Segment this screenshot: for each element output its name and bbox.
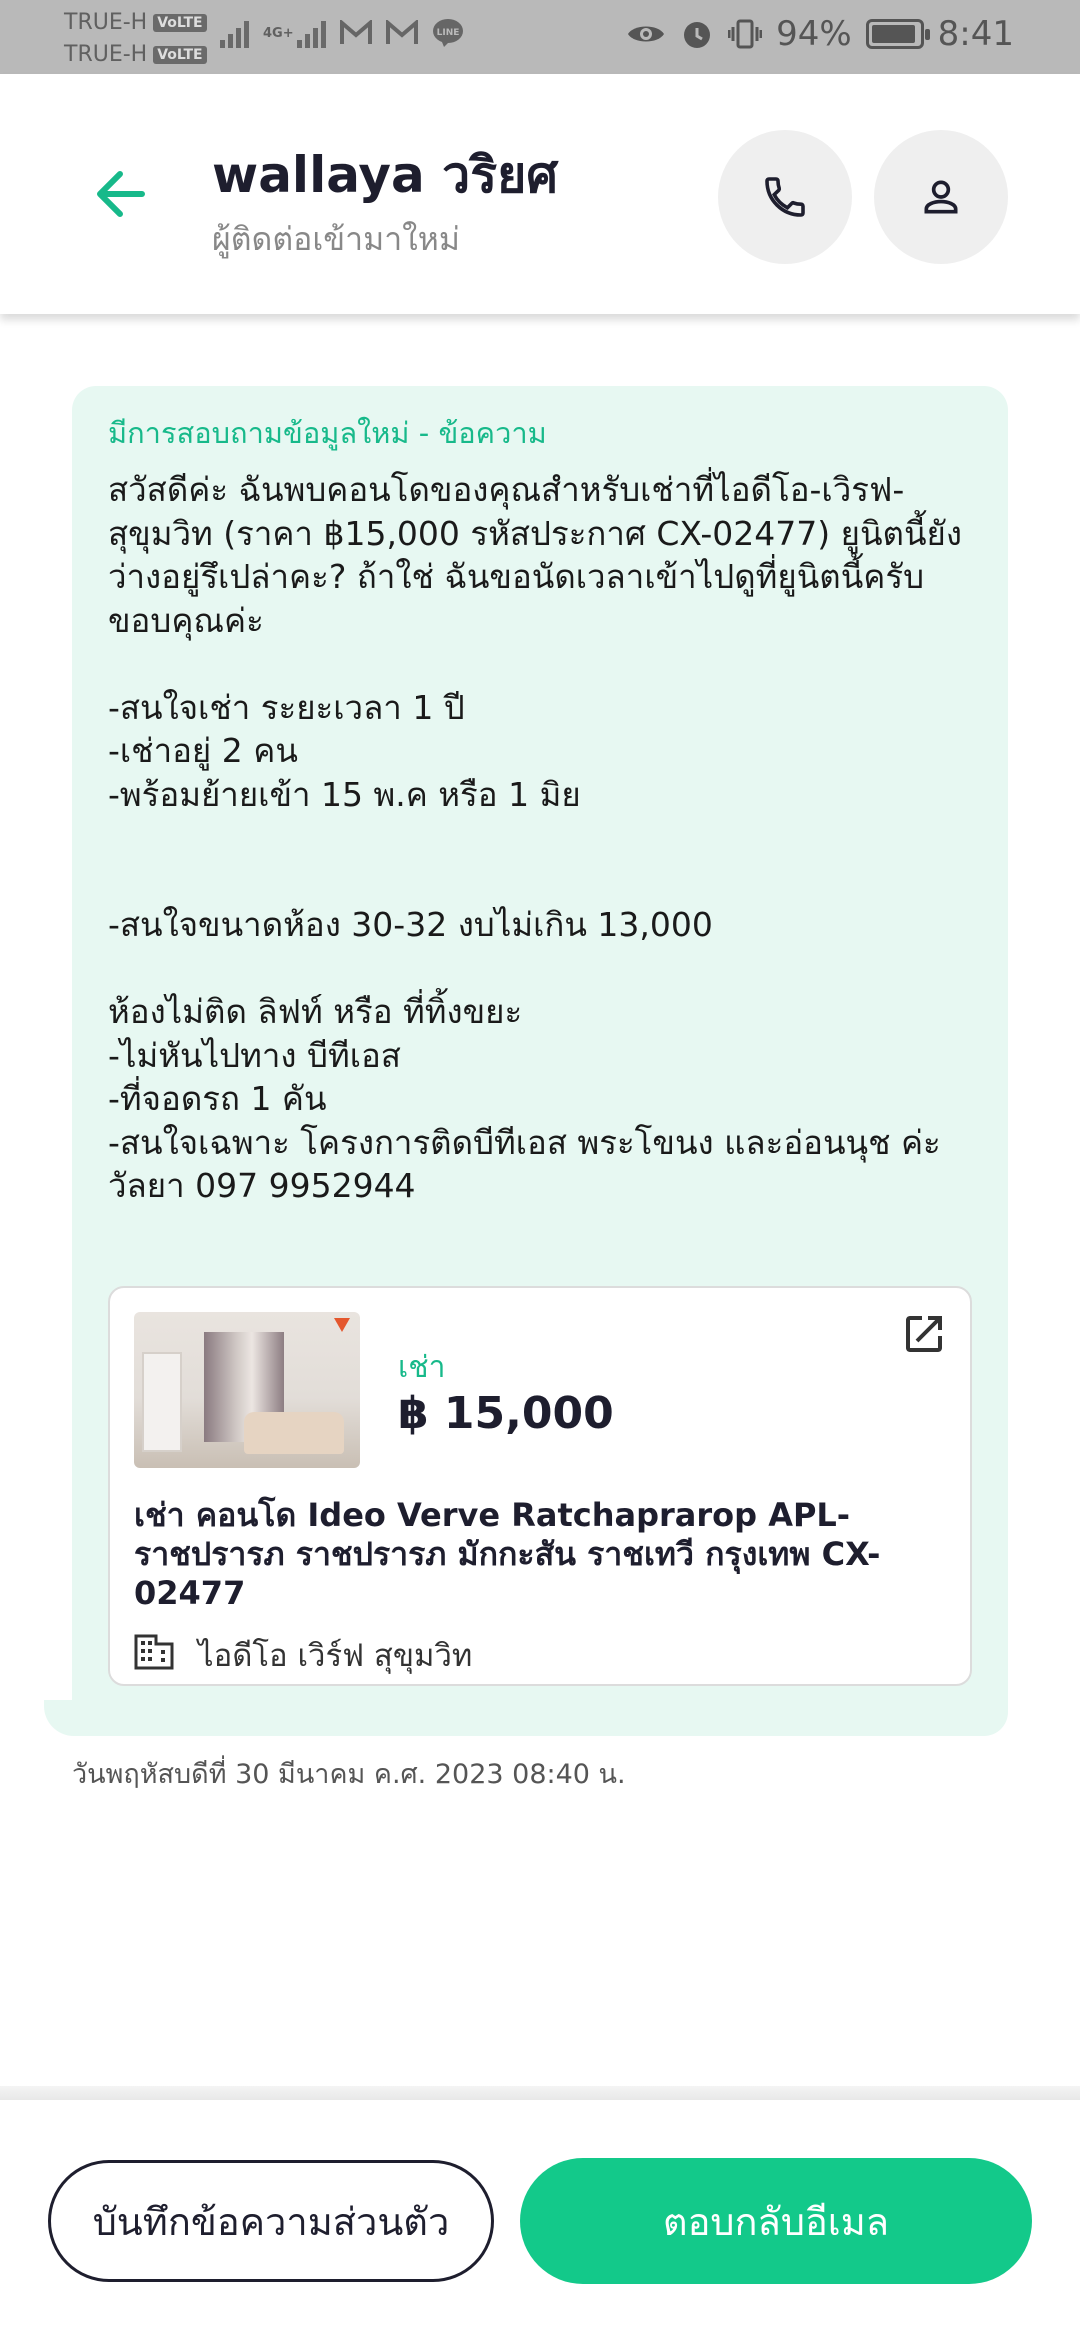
building-icon	[134, 1634, 174, 1670]
status-icons-left: 4G+ LINE	[220, 18, 464, 48]
battery-icon	[865, 19, 930, 49]
person-icon	[924, 180, 958, 214]
message-timestamp: วันพฤหัสบดีที่ 30 มีนาคม ค.ศ. 2023 08:40…	[72, 1759, 626, 1790]
listing-title: เช่า คอนโด Ideo Verve Ratchaprarop APL-ร…	[134, 1496, 881, 1612]
status-icons-right: 94% 8:41	[626, 14, 1014, 54]
carrier-label-1: TRUE-H VoLTE	[64, 10, 207, 35]
mail-icon	[339, 20, 372, 44]
message-body: สวัสดีค่ะ ฉันพบคอนโดของคุณสำหรับเช่าที่ไ…	[108, 470, 962, 1205]
line-app-icon: LINE	[432, 19, 463, 47]
project-name: ไอดีโอ เวิร์ฟ สุขุมวิท	[198, 1638, 473, 1674]
back-arrow-icon[interactable]	[92, 166, 148, 222]
bottom-divider	[0, 2086, 1080, 2100]
conversation-header: wallaya วริยศ ผู้ติดต่อเข้ามาใหม่	[0, 74, 1080, 314]
mail-icon	[385, 20, 418, 44]
listing-price: ฿ 15,000	[398, 1388, 614, 1439]
open-external-icon[interactable]	[900, 1310, 948, 1358]
contact-profile-button[interactable]	[874, 130, 1008, 264]
listing-photo	[134, 1312, 360, 1468]
listing-type: เช่า	[398, 1350, 446, 1385]
call-button[interactable]	[718, 130, 852, 264]
agency-logo	[334, 1318, 350, 1332]
listing-card[interactable]: เช่า ฿ 15,000 เช่า คอนโด Ideo Verve Ratc…	[108, 1286, 972, 1686]
message-type-label: มีการสอบถามข้อมูลใหม่ - ข้อความ	[108, 416, 547, 450]
reply-email-button[interactable]: ตอบกลับอีเมล	[520, 2158, 1032, 2284]
contact-name: wallaya วริยศ	[212, 146, 559, 204]
save-private-note-button[interactable]: บันทึกข้อความส่วนตัว	[48, 2160, 494, 2282]
volte-badge: VoLTE	[153, 45, 207, 64]
alarm-icon	[684, 22, 711, 48]
carrier-label-2: TRUE-H VoLTE	[64, 42, 207, 67]
signal-icon: 4G+	[263, 18, 326, 48]
svg-text:LINE: LINE	[436, 28, 459, 38]
clock: 8:41	[937, 14, 1014, 54]
inquiry-message-bubble: มีการสอบถามข้อมูลใหม่ - ข้อความ สวัสดีค่…	[72, 386, 1008, 1736]
volte-badge: VoLTE	[153, 13, 207, 32]
phone-icon	[765, 177, 805, 217]
contact-status: ผู้ติดต่อเข้ามาใหม่	[212, 220, 460, 258]
signal-icon	[220, 18, 249, 48]
eye-icon	[628, 26, 665, 42]
vibrate-icon	[728, 19, 763, 49]
battery-percent: 94%	[776, 14, 852, 54]
status-bar: TRUE-H VoLTE TRUE-H VoLTE 4G+ LINE 94% 8…	[0, 0, 1080, 74]
battery-fill	[871, 25, 915, 43]
